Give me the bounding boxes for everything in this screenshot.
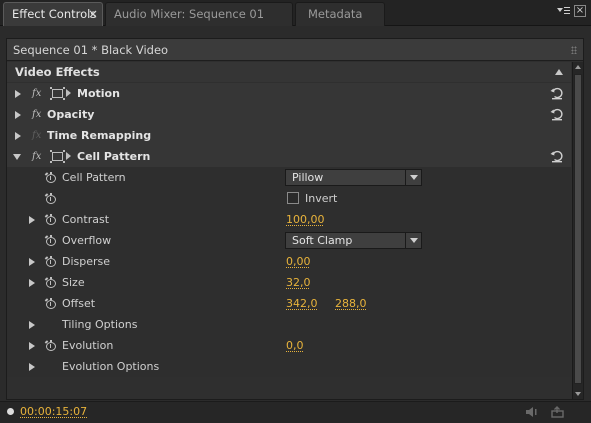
effect-row-motion[interactable]: fx Motion [7,83,571,104]
contrast-value[interactable]: 100,00 [286,209,325,230]
cell-pattern-dropdown[interactable]: Pillow [285,169,422,186]
bottom-status-bar: 00:00:15:07 [0,401,591,423]
fx-icon[interactable]: fx [32,83,41,104]
dropdown-value: Pillow [292,171,324,184]
tab-label: Metadata [308,7,363,21]
prop-row-contrast: Contrast 100,00 [7,209,571,230]
effect-name: Opacity [47,108,95,121]
invert-checkbox[interactable] [287,192,299,204]
stopwatch-icon[interactable] [44,340,56,351]
export-icon[interactable] [551,406,565,418]
prop-row-invert: Invert [7,188,571,209]
twirl-arrow-icon[interactable] [29,279,35,287]
prop-label: Evolution Options [62,360,160,373]
dropdown-value: Soft Clamp [292,234,353,247]
prop-label: Cell Pattern [62,171,126,184]
prop-label: Overflow [62,234,112,247]
prop-row-evolution-options: Evolution Options [7,356,571,377]
prop-label: Tiling Options [62,318,138,331]
timecode[interactable]: 00:00:15:07 [20,405,87,418]
prop-label: Contrast [62,213,110,226]
effect-name: Time Remapping [47,129,152,142]
prop-label: Size [62,276,85,289]
tab-audio-mixer[interactable]: Audio Mixer: Sequence 01 [105,2,293,26]
reset-icon[interactable] [550,149,564,163]
motion-play-icon [66,152,71,160]
fx-icon: fx [32,130,42,141]
dropdown-arrow-icon[interactable] [405,233,421,248]
tab-label: Audio Mixer: Sequence 01 [114,7,265,21]
stopwatch-icon[interactable] [44,235,56,246]
panel-menu-icon[interactable] [557,5,571,19]
prop-row-disperse: Disperse 0,00 [7,251,571,272]
motion-play-icon [66,89,71,97]
sequence-clip-header: Sequence 01 * Black Video [7,39,583,61]
effect-name: Cell Pattern [77,150,151,163]
tab-metadata[interactable]: Metadata [295,2,385,26]
reset-icon[interactable] [550,107,564,121]
evolution-value[interactable]: 0,0 [286,335,304,356]
scroll-up-icon[interactable] [575,65,581,69]
overflow-dropdown[interactable]: Soft Clamp [285,232,422,249]
prop-row-cell-pattern: Cell Pattern Pillow [7,167,571,188]
playhead-icon [7,408,14,415]
panel-tab-bar: Effect Controls × Audio Mixer: Sequence … [0,0,591,26]
tab-label: Effect Controls [12,7,97,21]
vertical-scrollbar[interactable] [572,62,583,399]
video-effects-header[interactable]: Video Effects [7,62,571,82]
prop-row-evolution: Evolution 0,0 [7,335,571,356]
stopwatch-icon[interactable] [44,256,56,267]
scroll-thumb[interactable] [574,74,582,384]
sequence-title: Sequence 01 * Black Video [13,43,169,57]
offset-y-value[interactable]: 288,0 [335,293,367,314]
effect-controls-panel: Sequence 01 * Black Video Video Effects … [6,38,584,400]
close-panel-icon[interactable]: × [574,5,586,17]
prop-row-offset: Offset 342,0 288,0 [7,293,571,314]
stopwatch-icon[interactable] [44,172,56,183]
prop-row-tiling-options: Tiling Options [7,314,571,335]
twirl-arrow-icon[interactable] [13,154,21,160]
offset-x-value[interactable]: 342,0 [286,293,318,314]
twirl-arrow-icon[interactable] [29,363,35,371]
effect-row-time-remapping[interactable]: fx Time Remapping [7,125,571,146]
prop-label: Offset [62,297,96,310]
size-value[interactable]: 32,0 [286,272,311,293]
scroll-down-icon[interactable] [575,392,581,396]
invert-label: Invert [305,192,338,205]
stopwatch-icon[interactable] [44,298,56,309]
twirl-arrow-icon[interactable] [15,132,21,140]
grip-icon[interactable] [571,46,577,54]
twirl-arrow-icon[interactable] [29,258,35,266]
stopwatch-icon[interactable] [44,214,56,225]
reset-icon[interactable] [550,86,564,100]
twirl-arrow-icon[interactable] [29,342,35,350]
section-title: Video Effects [15,65,100,79]
effect-name: Motion [77,87,120,100]
collapse-up-icon[interactable] [555,69,563,75]
effect-row-cell-pattern[interactable]: fx Cell Pattern [7,146,571,167]
dropdown-arrow-icon[interactable] [405,170,421,185]
close-icon[interactable]: × [88,3,98,25]
stopwatch-icon[interactable] [44,277,56,288]
twirl-arrow-icon[interactable] [15,111,21,119]
motion-transform-icon[interactable] [50,87,63,98]
twirl-arrow-icon[interactable] [29,321,35,329]
prop-row-size: Size 32,0 [7,272,571,293]
fx-icon[interactable]: fx [32,146,41,167]
twirl-arrow-icon[interactable] [29,216,35,224]
prop-label: Evolution [62,339,114,352]
effect-row-opacity[interactable]: fx Opacity [7,104,571,125]
prop-label: Disperse [62,255,111,268]
twirl-arrow-icon[interactable] [15,90,21,98]
stopwatch-icon[interactable] [44,193,56,204]
tab-effect-controls[interactable]: Effect Controls × [3,2,103,26]
audio-icon[interactable] [525,406,539,418]
motion-transform-icon[interactable] [50,150,63,161]
prop-row-overflow: Overflow Soft Clamp [7,230,571,251]
disperse-value[interactable]: 0,00 [286,251,311,272]
fx-icon[interactable]: fx [32,104,41,125]
